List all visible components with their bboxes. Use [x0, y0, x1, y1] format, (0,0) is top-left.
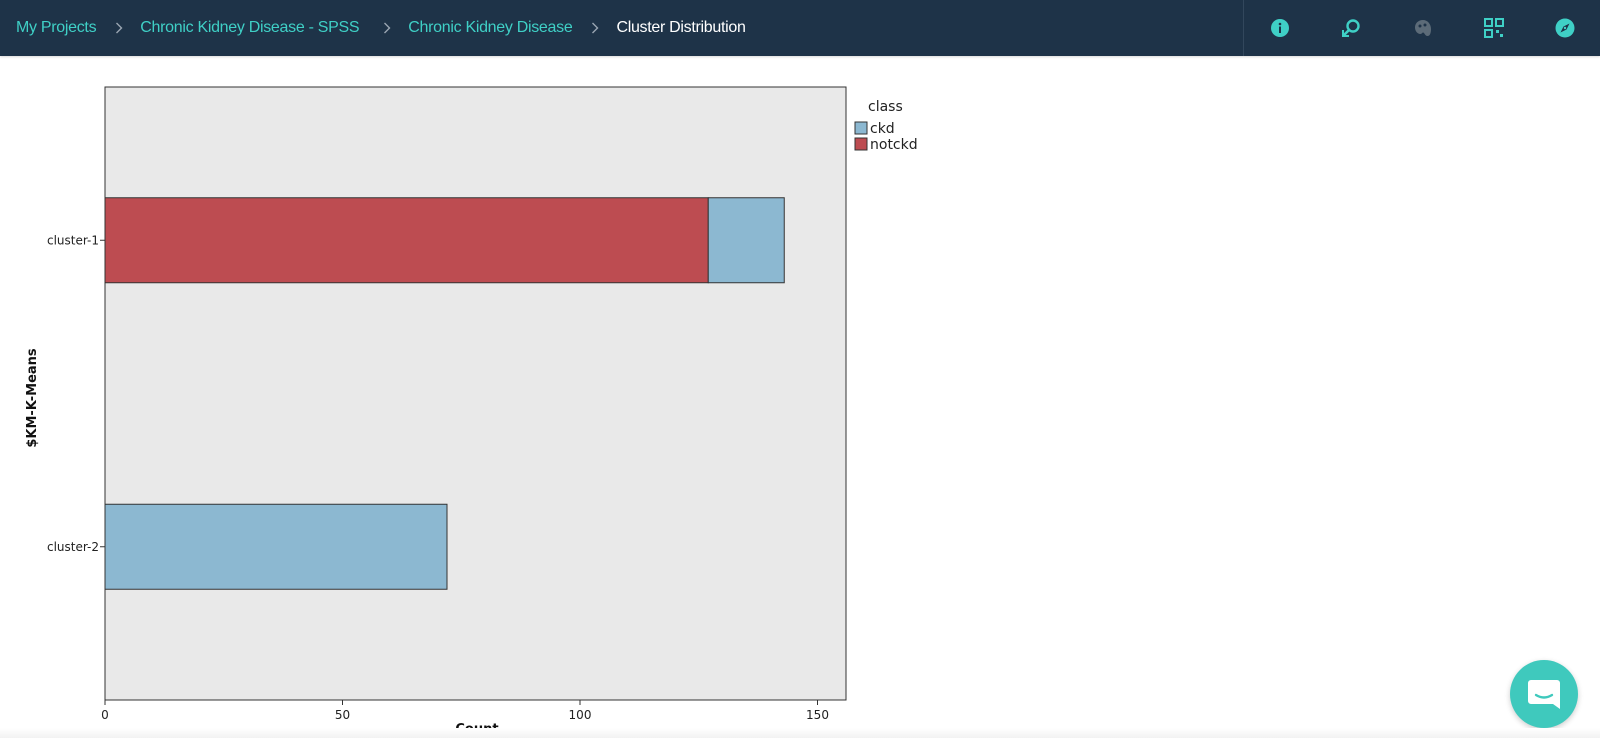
breadcrumb: My Projects Chronic Kidney Disease - SPS… — [16, 0, 746, 56]
compass-button[interactable] — [1530, 0, 1600, 56]
palette-icon — [1414, 20, 1431, 36]
plot-area — [104, 86, 847, 701]
breadcrumb-project[interactable]: Chronic Kidney Disease - SPSS M — [140, 19, 364, 37]
chevron-right-icon — [115, 22, 123, 34]
legend-swatch-ckd — [854, 121, 868, 135]
chevron-right-icon — [383, 22, 391, 34]
top-navigation-bar: My Projects Chronic Kidney Disease - SPS… — [0, 0, 1600, 56]
legend-label-ckd: ckd — [870, 121, 895, 137]
legend-title: class — [868, 99, 903, 115]
info-button[interactable] — [1244, 0, 1315, 56]
chevron-right-icon — [591, 22, 599, 34]
search-refresh-icon — [1342, 19, 1360, 37]
bar-cluster-1-ckd — [707, 197, 785, 284]
y-axis-title: $KM-K-Means — [25, 348, 40, 448]
x-tick-label: 100 — [569, 708, 592, 722]
chat-icon — [1528, 680, 1560, 709]
cluster-distribution-chart: cluster-1 cluster-2 0 50 100 150 $KM-K-Means … — [0, 56, 1600, 738]
bar-cluster-1-notckd — [104, 197, 709, 284]
grid-view-button[interactable] — [1458, 0, 1529, 56]
toolbar — [1243, 0, 1600, 56]
bottom-edge — [0, 728, 1600, 738]
palette-button[interactable] — [1387, 0, 1458, 56]
x-tick-label: 50 — [335, 708, 350, 722]
x-tick-label: 150 — [806, 708, 829, 722]
page-title: Cluster Distribution — [616, 19, 746, 36]
legend-label-notckd: notckd — [870, 137, 918, 153]
chat-button[interactable] — [1510, 660, 1578, 728]
x-tick-label: 0 — [101, 708, 109, 722]
compass-icon — [1555, 18, 1575, 38]
search-refresh-button[interactable] — [1315, 0, 1386, 56]
breadcrumb-flow[interactable]: Chronic Kidney Disease — [408, 19, 572, 37]
chart-svg: cluster-1cluster-20 50 100 150 $KM-K-Means … — [25, 86, 918, 737]
y-tick-label: cluster-2 — [47, 540, 99, 554]
legend-swatch-notckd — [854, 137, 868, 151]
info-icon — [1270, 19, 1289, 37]
grid-qr-icon — [1483, 18, 1504, 38]
bar-cluster-2-ckd — [104, 503, 448, 590]
breadcrumb-my-projects[interactable]: My Projects — [16, 19, 96, 37]
y-tick-label: cluster-1 — [47, 233, 99, 247]
